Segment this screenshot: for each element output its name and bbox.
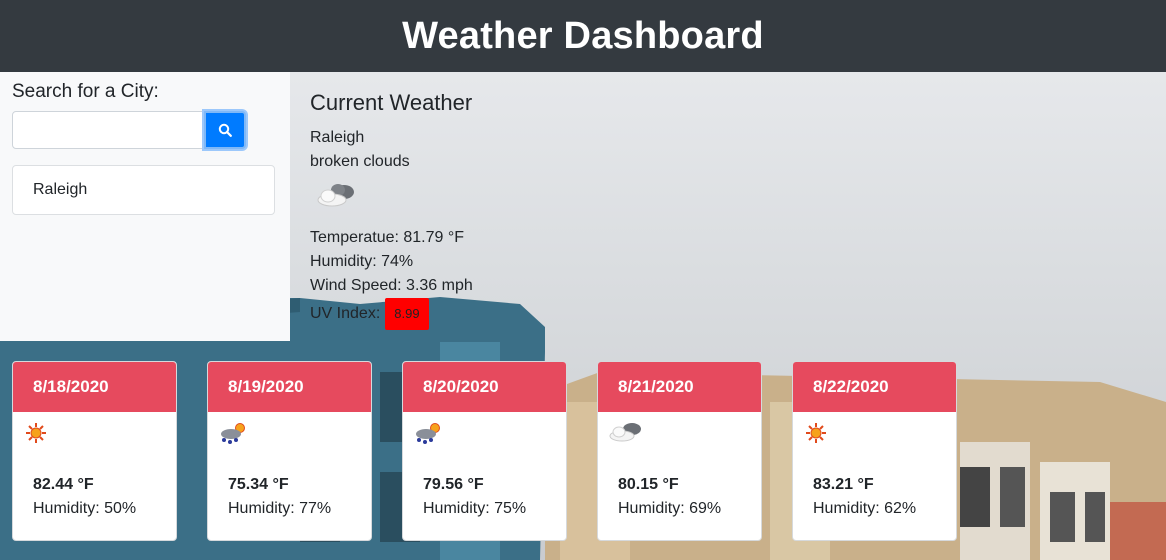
forecast-date: 8/19/2020 [208, 362, 371, 412]
forecast-card: 8/21/2020 80.15 °F Humidity: 69% [597, 361, 762, 541]
uv-index-label: UV Index: [310, 305, 381, 322]
forecast-humidity: Humidity: 69% [618, 500, 722, 517]
rain-sun-icon [218, 420, 250, 451]
forecast-date: 8/18/2020 [13, 362, 176, 412]
current-weather-panel: Current Weather Raleigh broken clouds Te… [310, 88, 473, 330]
forecast-humidity: Humidity: 50% [33, 500, 137, 517]
forecast-card: 8/20/2020 79.56 °F Humidity: 75% [402, 361, 567, 541]
sun-icon [803, 420, 829, 451]
search-button[interactable] [204, 111, 246, 149]
search-icon [218, 123, 232, 137]
current-wind-speed: Wind Speed: 3.36 mph [310, 277, 473, 294]
rain-sun-icon [413, 420, 445, 451]
history-item-raleigh[interactable]: Raleigh [12, 165, 275, 215]
forecast-temperature: 82.44 °F [33, 476, 94, 493]
broken-clouds-icon [314, 180, 473, 218]
forecast-date: 8/21/2020 [598, 362, 761, 412]
forecast-humidity: Humidity: 77% [228, 500, 332, 517]
search-sidebar: Search for a City: Raleigh [0, 72, 290, 341]
forecast-temperature: 80.15 °F [618, 476, 679, 493]
current-temperature: Temperatue: 81.79 °F [310, 229, 465, 246]
sun-icon [23, 420, 49, 451]
forecast-temperature: 83.21 °F [813, 476, 874, 493]
forecast-card: 8/22/2020 83.21 °F Humidity: 62% [792, 361, 957, 541]
city-search-input[interactable] [12, 111, 204, 149]
forecast-humidity: Humidity: 75% [423, 500, 527, 517]
current-humidity: Humidity: 74% [310, 253, 414, 270]
history-item-label: Raleigh [33, 181, 88, 198]
uv-index-badge: 8.99 [385, 298, 429, 330]
forecast-date: 8/20/2020 [403, 362, 566, 412]
current-weather-heading: Current Weather [310, 90, 473, 115]
search-label: Search for a City: [12, 81, 159, 102]
current-description: broken clouds [310, 153, 410, 170]
current-city: Raleigh [310, 129, 365, 146]
page-title: Weather Dashboard [402, 14, 764, 57]
cloud-icon [608, 420, 644, 449]
app-header: Weather Dashboard [0, 0, 1166, 72]
search-row [12, 111, 278, 149]
uv-index-row: UV Index: 8.99 [310, 298, 473, 330]
forecast-card: 8/18/2020 82.44 °F Humidity: 50% [12, 361, 177, 541]
forecast-card: 8/19/2020 75.34 °F Humidity: 77% [207, 361, 372, 541]
forecast-humidity: Humidity: 62% [813, 500, 917, 517]
forecast-date: 8/22/2020 [793, 362, 956, 412]
forecast-temperature: 79.56 °F [423, 476, 484, 493]
forecast-temperature: 75.34 °F [228, 476, 289, 493]
